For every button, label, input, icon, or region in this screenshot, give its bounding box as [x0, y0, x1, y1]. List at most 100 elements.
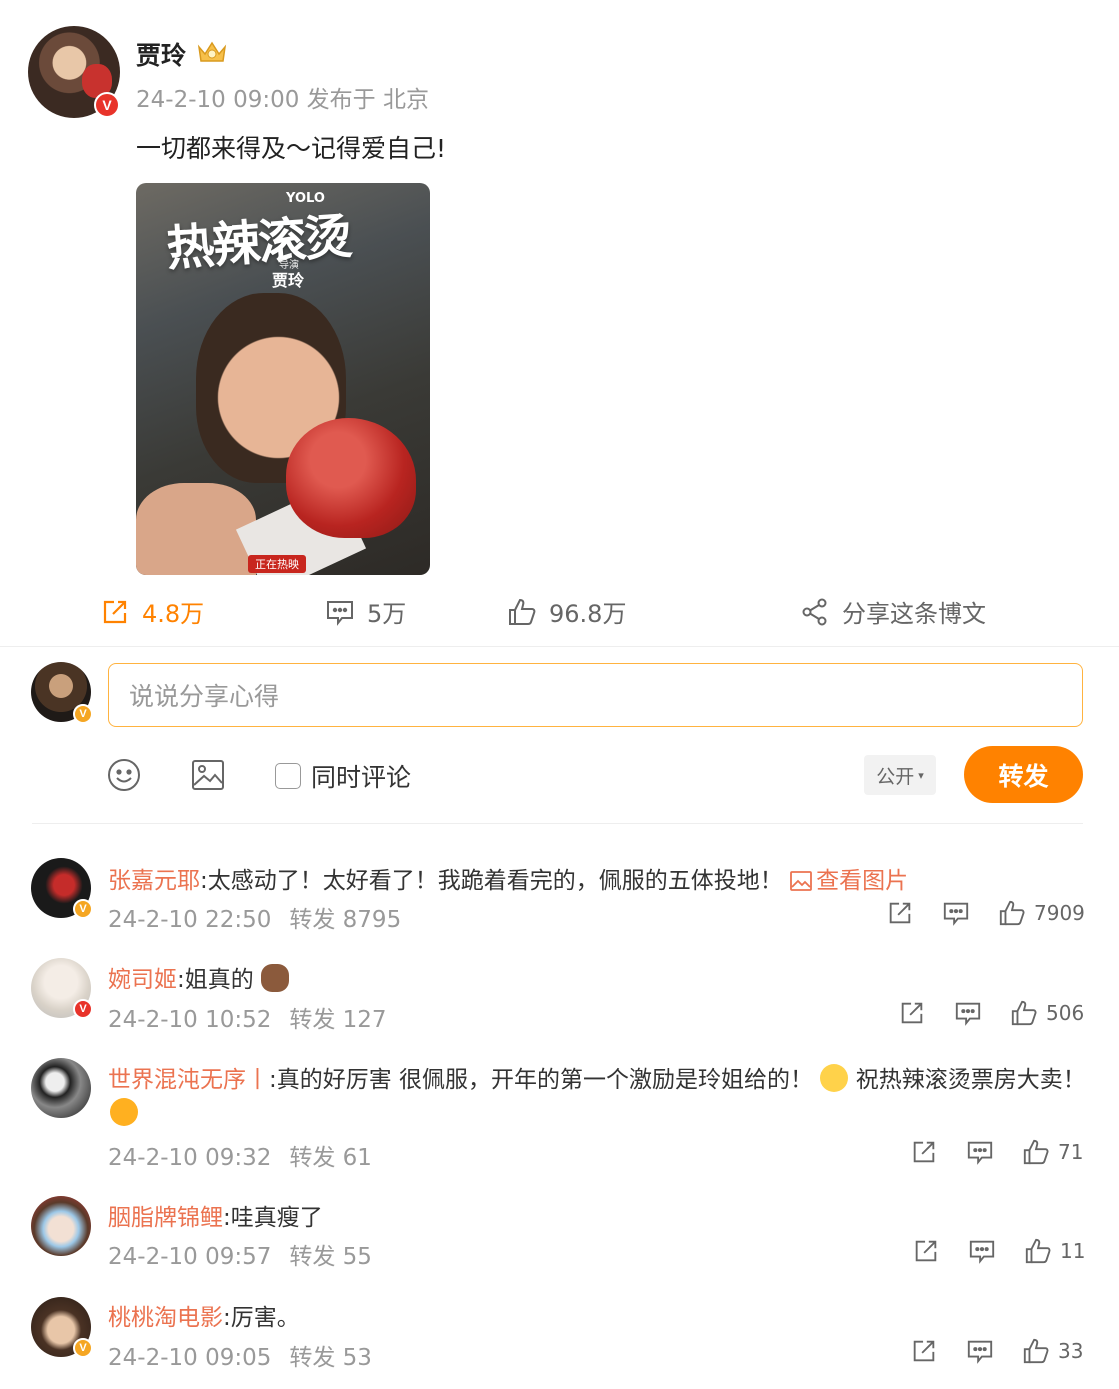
comment-repost-button[interactable] — [886, 899, 914, 927]
comment-username[interactable]: 世界混沌无序丨 — [108, 1067, 269, 1093]
comment-reply-button[interactable] — [954, 999, 982, 1027]
comment-repost-count[interactable]: 转发 8795 — [289, 907, 401, 933]
poster-title: 热辣滚烫 — [164, 208, 353, 278]
comment-like-button[interactable]: 71 — [1022, 1138, 1083, 1166]
comment-like-button[interactable]: 506 — [1010, 999, 1084, 1027]
like-icon — [1023, 1338, 1049, 1364]
post-meta: 24-2-10 09:00 发布于 北京 — [136, 87, 429, 113]
comment-repost-button[interactable] — [910, 1337, 938, 1365]
comment-username[interactable]: 胭脂牌锦鲤 — [108, 1205, 223, 1231]
comment-meta: 24-2-10 09:57 转发 55 — [108, 1237, 372, 1271]
share-icon — [802, 598, 827, 625]
comment-meta: 24-2-10 22:50 转发 8795 — [108, 900, 401, 934]
verified-badge-icon: V — [73, 1338, 93, 1358]
comment-like-count: 11 — [1060, 1239, 1086, 1263]
repost-icon — [913, 1141, 935, 1163]
like-action[interactable]: 96.8万 — [507, 594, 626, 629]
view-image-label: 查看图片 — [816, 868, 909, 894]
verified-badge-icon: V — [94, 92, 120, 118]
comment-username[interactable]: 张嘉元耶 — [108, 868, 200, 894]
comment-username[interactable]: 婉司姬 — [108, 967, 177, 993]
crown-icon[interactable] — [196, 39, 228, 65]
comment-text-continued: 祝热辣滚烫票房大卖！ — [855, 1067, 1086, 1093]
comment-like-button[interactable]: 11 — [1024, 1237, 1085, 1265]
comment-meta: 24-2-10 09:05 转发 53 — [108, 1338, 372, 1372]
post-text: 一切都来得及～记得爱自己! — [136, 134, 447, 163]
comment-extra-emoji — [110, 1098, 138, 1126]
comment-like-count: 7909 — [1034, 901, 1085, 925]
comment-text: :厉害。 — [223, 1305, 300, 1331]
poster-director: 贾玲 — [272, 271, 305, 290]
comment-repost-count[interactable]: 转发 127 — [289, 1007, 386, 1033]
section-divider — [0, 646, 1119, 647]
comment-icon — [327, 600, 353, 626]
comment-repost-button[interactable] — [912, 1237, 940, 1265]
repost-submit-button[interactable]: 转发 — [964, 746, 1083, 803]
like-icon — [1023, 1139, 1049, 1165]
comment-repost-count[interactable]: 转发 61 — [289, 1145, 372, 1171]
like-icon — [1025, 1238, 1051, 1264]
comment-time: 24-2-10 09:57 — [108, 1244, 272, 1270]
repost-count: 4.8万 — [142, 600, 205, 628]
comment-meta: 24-2-10 10:52 转发 127 — [108, 1000, 387, 1034]
comment-like-button[interactable]: 33 — [1022, 1337, 1083, 1365]
also-comment-label: 同时评论 — [311, 763, 412, 792]
cow-emoji-icon — [261, 964, 290, 992]
comment-avatar[interactable] — [31, 1058, 91, 1118]
comment-icon — [967, 1340, 993, 1364]
pleading-emoji-icon — [820, 1064, 849, 1092]
comment-body: 世界混沌无序丨:真的好厉害 很佩服，开年的第一个激励是玲姐给的！ 祝热辣滚烫票房… — [108, 1060, 1086, 1094]
image-icon — [790, 871, 812, 891]
comment-icon — [969, 1240, 995, 1264]
comment-body: 婉司姬:姐真的 — [108, 960, 290, 994]
poster-now-showing-tag: 正在热映 — [248, 555, 306, 573]
verified-badge-icon: V — [73, 999, 93, 1019]
comment-text: :太感动了！太好看了！我跪着看完的，佩服的五体投地！ — [200, 868, 783, 894]
comment-reply-button[interactable] — [966, 1337, 994, 1365]
comment-reply-button[interactable] — [968, 1237, 996, 1265]
repost-icon — [915, 1240, 937, 1262]
share-action[interactable]: 分享这条博文 — [800, 594, 986, 629]
repost-icon — [889, 902, 911, 924]
visibility-select[interactable]: 公开 ▾ — [864, 755, 936, 795]
comment-text: :哇真瘦了 — [223, 1205, 323, 1231]
repost-icon — [913, 1340, 935, 1362]
repost-action[interactable]: 4.8万 — [100, 594, 204, 629]
comment-text: :姐真的 — [177, 967, 254, 993]
like-icon — [1011, 1000, 1037, 1026]
comment-time: 24-2-10 09:05 — [108, 1345, 272, 1371]
like-count: 96.8万 — [549, 600, 627, 628]
comment-action[interactable]: 5万 — [325, 594, 406, 629]
poster-boxing-glove — [286, 418, 416, 538]
comment-icon — [943, 902, 969, 926]
comment-time: 24-2-10 09:32 — [108, 1145, 272, 1171]
visibility-value: 公开 — [876, 765, 915, 788]
crying-emoji-icon — [110, 1098, 138, 1126]
comment-repost-button[interactable] — [910, 1138, 938, 1166]
comment-repost-count[interactable]: 转发 53 — [289, 1345, 372, 1371]
comment-like-count: 506 — [1046, 1001, 1085, 1025]
comment-like-count: 33 — [1058, 1339, 1084, 1363]
comment-avatar[interactable] — [31, 1196, 91, 1256]
like-icon — [999, 900, 1025, 926]
also-comment-checkbox[interactable] — [275, 763, 301, 789]
also-comment-option[interactable]: 同时评论 — [275, 758, 411, 794]
image-icon[interactable] — [191, 758, 225, 792]
view-image-link[interactable]: 查看图片 — [790, 868, 908, 894]
comment-reply-button[interactable] — [942, 899, 970, 927]
comment-time: 24-2-10 22:50 — [108, 907, 272, 933]
emoji-icon[interactable] — [107, 758, 141, 792]
comment-repost-count[interactable]: 转发 55 — [289, 1244, 372, 1270]
comment-time: 24-2-10 10:52 — [108, 1007, 272, 1033]
comment-username[interactable]: 桃桃淘电影 — [108, 1305, 223, 1331]
author-name[interactable]: 贾玲 — [136, 36, 186, 72]
repost-input[interactable]: 说说分享心得 — [108, 663, 1083, 727]
verified-badge-icon: V — [73, 899, 93, 919]
post-image[interactable]: YOLO 热辣滚烫 导演 贾玲 正在热映 — [136, 183, 430, 575]
comment-like-button[interactable]: 7909 — [998, 899, 1085, 927]
section-divider — [32, 823, 1083, 824]
comment-reply-button[interactable] — [966, 1138, 994, 1166]
chevron-down-icon: ▾ — [918, 768, 924, 782]
comment-repost-button[interactable] — [898, 999, 926, 1027]
comment-icon — [967, 1141, 993, 1165]
